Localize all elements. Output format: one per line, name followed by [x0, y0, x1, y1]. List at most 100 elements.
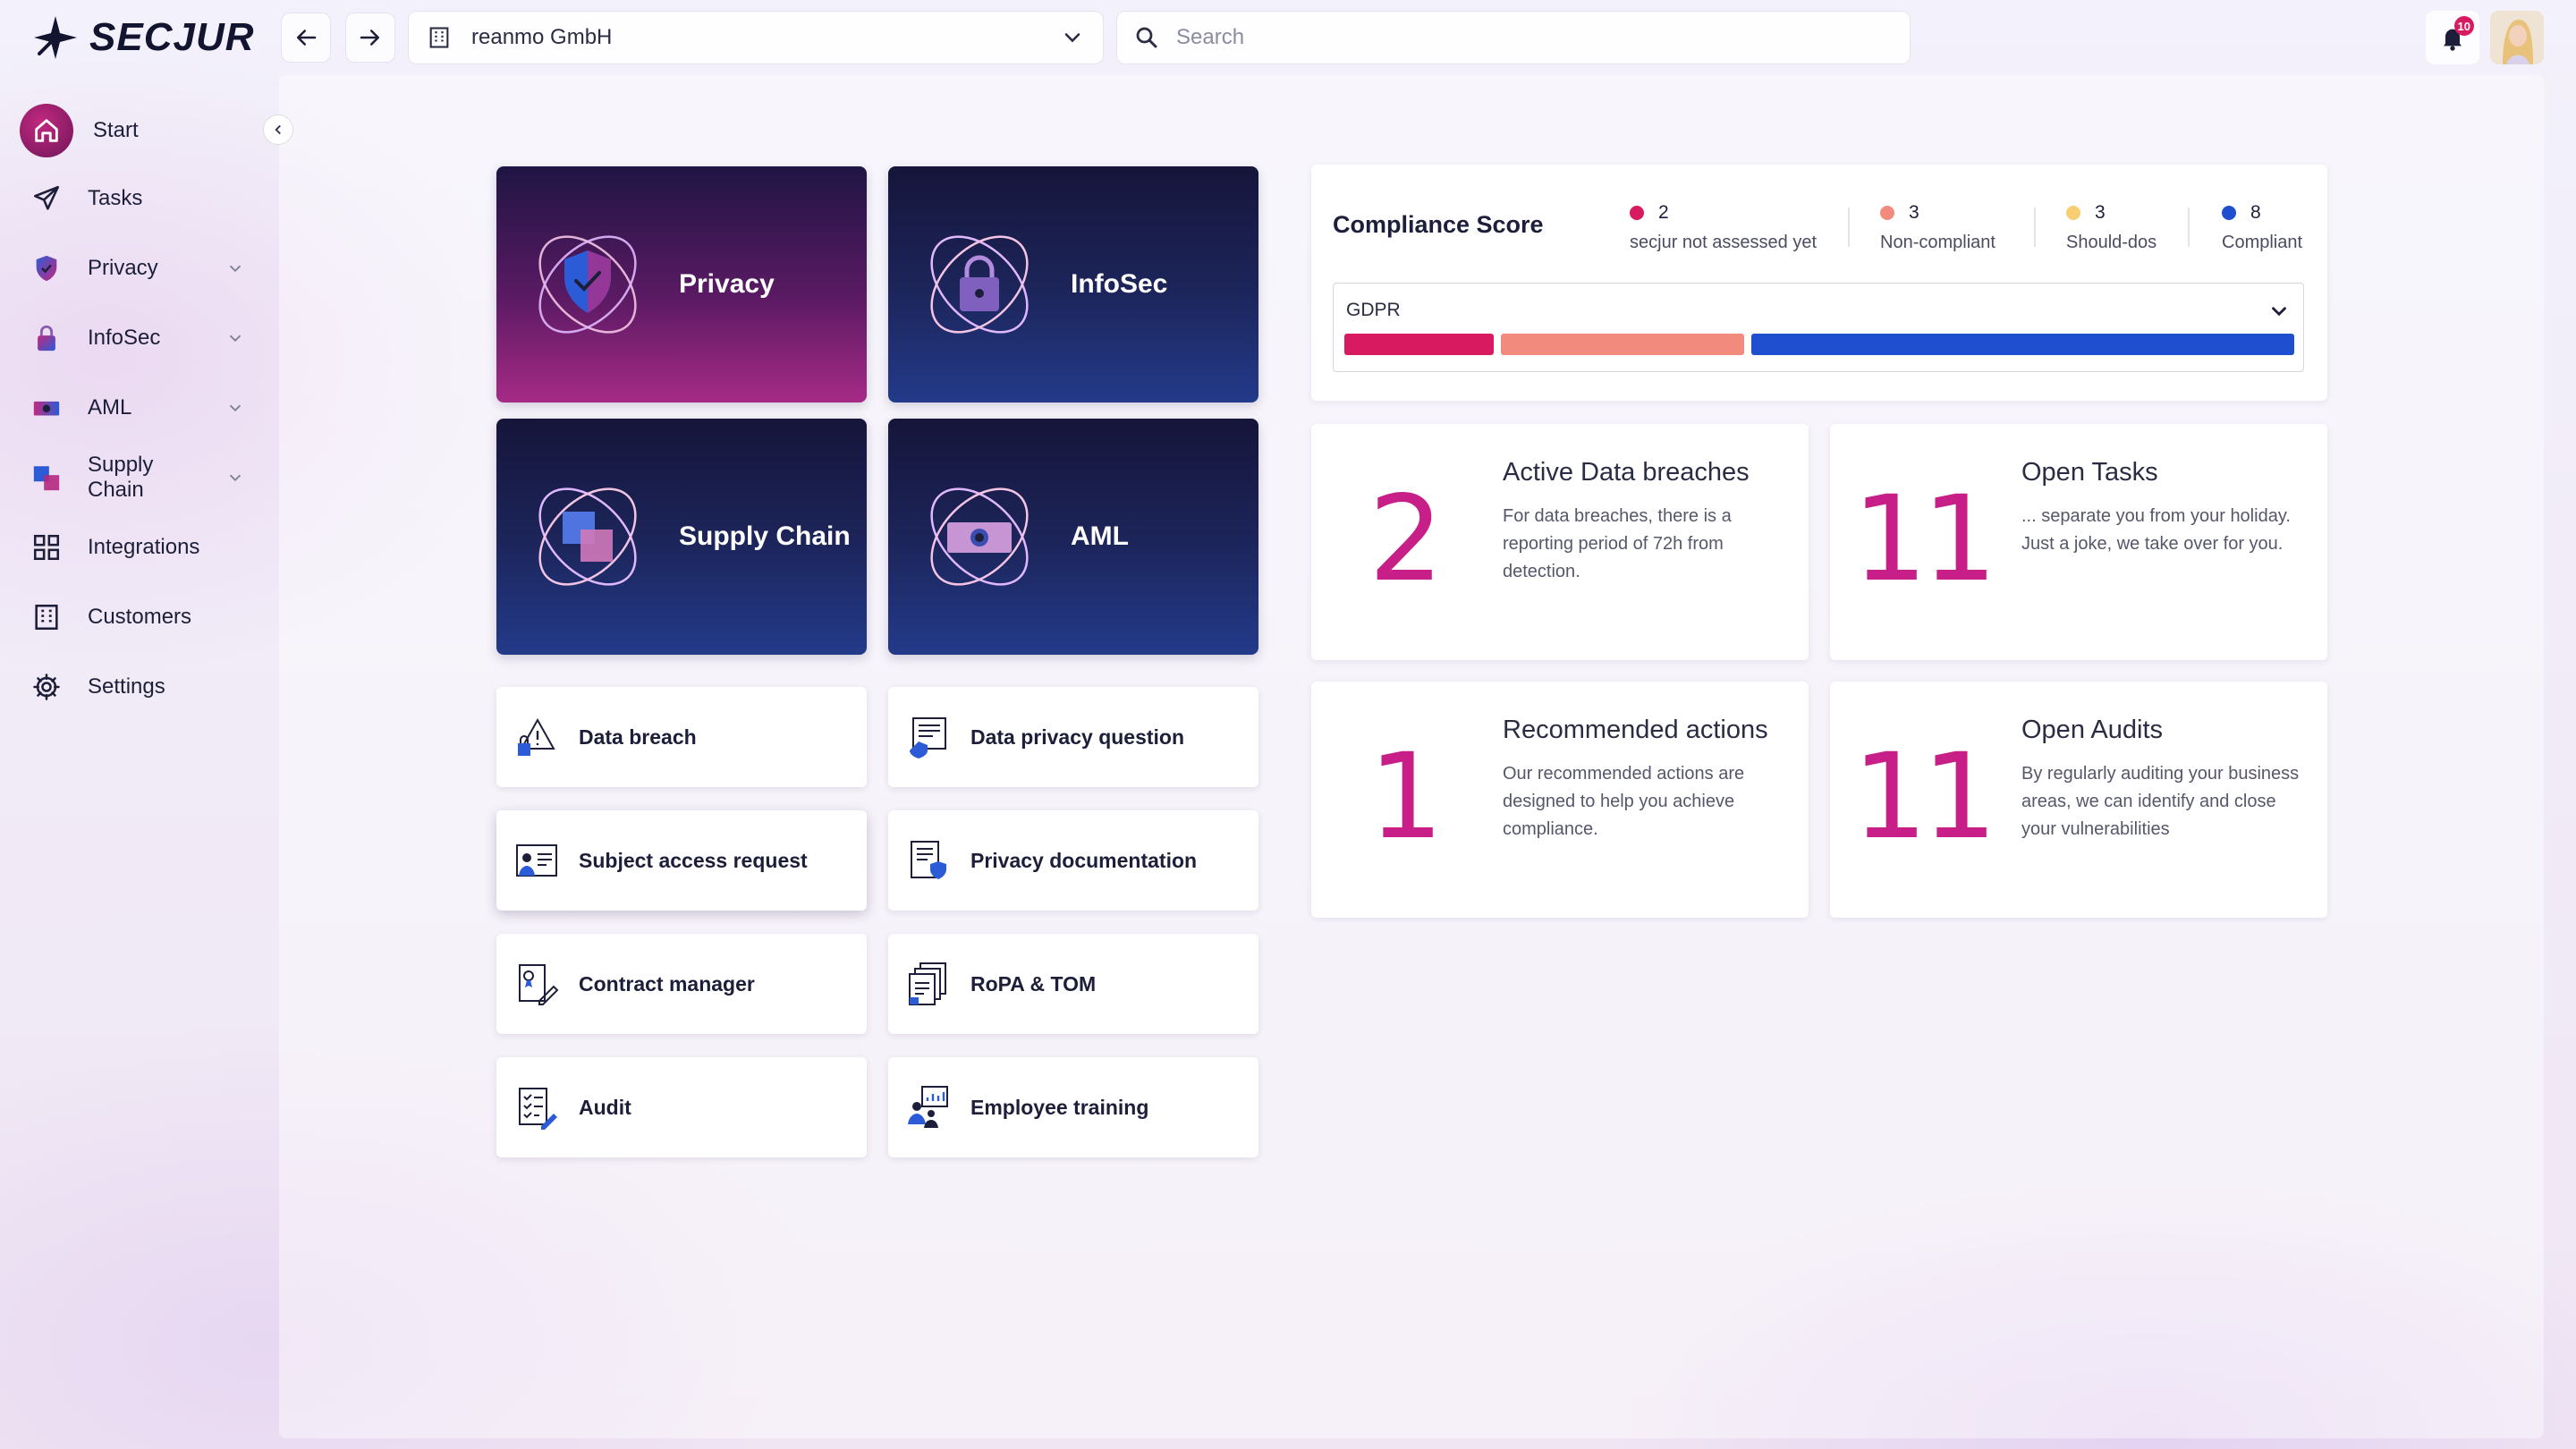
module-label: InfoSec	[1071, 269, 1168, 299]
gear-icon	[25, 665, 68, 708]
notifications-button[interactable]: 10	[2426, 11, 2479, 64]
sidebar-item-infosec[interactable]: InfoSec	[25, 309, 258, 367]
collapse-sidebar-button[interactable]	[263, 114, 293, 145]
docs-stack-icon	[909, 962, 946, 1005]
shield-check-icon	[538, 235, 637, 334]
tool-label: Data privacy question	[970, 724, 1185, 749]
kpi-open-audits[interactable]: 11 Open Audits By regularly auditing you…	[1830, 682, 2327, 918]
secjur-star-icon	[34, 16, 77, 59]
kpi-description: For data breaches, there is a reporting …	[1503, 506, 1732, 581]
arrow-left-icon	[297, 30, 317, 46]
status-dot	[2066, 206, 2080, 220]
chevron-down-icon	[229, 474, 242, 482]
search-input[interactable]	[1176, 25, 1874, 50]
tool-contract-manager[interactable]: Contract manager	[496, 934, 867, 1034]
paper-plane-icon	[25, 177, 68, 220]
contract-icon	[519, 964, 559, 1005]
tool-label: Privacy documentation	[970, 848, 1198, 872]
module-tile-infosec[interactable]: InfoSec	[888, 166, 1258, 402]
cubes-icon	[538, 487, 637, 586]
stat-non-compliant: 3 Non-compliant	[1880, 202, 1996, 253]
stat-not-assessed: 2 secjur not assessed yet	[1630, 202, 1817, 253]
divider	[2034, 208, 2036, 247]
camera-icon	[25, 386, 68, 429]
sidebar-item-supply-chain[interactable]: Supply Chain	[25, 449, 258, 506]
stat-label: Compliant	[2222, 233, 2303, 252]
stat-should-dos: 3 Should-dos	[2066, 202, 2157, 253]
back-button[interactable]	[281, 13, 331, 63]
cash-icon	[930, 487, 1029, 586]
training-icon	[908, 1086, 948, 1128]
shield-icon	[25, 247, 68, 290]
home-icon	[20, 104, 73, 157]
tool-audit[interactable]: Audit	[496, 1057, 867, 1157]
notification-badge: 10	[2453, 16, 2474, 36]
module-label: Supply Chain	[679, 521, 851, 551]
compliance-title: Compliance Score	[1333, 211, 1544, 238]
tool-ropa-tom[interactable]: RoPA & TOM	[888, 934, 1258, 1034]
id-card-icon	[516, 844, 557, 877]
chevron-down-icon	[2272, 307, 2286, 317]
padlock-icon	[930, 235, 1029, 334]
stat-label: secjur not assessed yet	[1630, 233, 1817, 252]
sidebar-item-label: Start	[93, 118, 139, 142]
tool-subject-access-request[interactable]: Subject access request	[496, 810, 867, 911]
sidebar-item-label: Supply Chain	[88, 453, 154, 502]
tool-data-privacy-question[interactable]: Data privacy question	[888, 687, 1258, 787]
search-icon	[1136, 27, 1157, 48]
stat-label: Should-dos	[2066, 233, 2157, 252]
module-tile-privacy[interactable]: Privacy	[496, 166, 867, 402]
logo[interactable]: SECJUR	[30, 13, 255, 63]
building-icon	[25, 596, 68, 639]
search-box	[1116, 11, 1911, 64]
chevron-left-icon	[275, 124, 281, 135]
company-select[interactable]: reanmo GmbH	[408, 11, 1104, 64]
module-tile-aml[interactable]: AML	[888, 419, 1258, 655]
sidebar-item-integrations[interactable]: Integrations	[25, 519, 258, 576]
bar-segment-compliant	[1751, 334, 2294, 355]
kpi-recommended-actions[interactable]: 1 Recommended actions Our recommended ac…	[1311, 682, 1809, 918]
arrow-right-icon	[360, 30, 379, 46]
kpi-description: ... separate you from your holiday. Just…	[2021, 506, 2291, 554]
kpi-title: Recommended actions	[1503, 716, 1768, 744]
kpi-description: Our recommended actions are designed to …	[1503, 764, 1745, 839]
kpi-title: Open Audits	[2021, 716, 2163, 744]
kpi-number: 11	[1852, 728, 1997, 866]
kpi-open-tasks[interactable]: 11 Open Tasks ... separate you from your…	[1830, 424, 2327, 660]
tool-employee-training[interactable]: Employee training	[888, 1057, 1258, 1157]
cubes-icon	[25, 456, 68, 499]
sidebar-item-label: AML	[88, 395, 132, 419]
sidebar-item-label: Integrations	[88, 535, 200, 559]
sidebar-item-aml[interactable]: AML	[25, 379, 258, 436]
sidebar-item-customers[interactable]: Customers	[25, 589, 258, 646]
tool-label: Subject access request	[579, 848, 808, 872]
company-name: reanmo GmbH	[471, 25, 613, 49]
tool-label: Employee training	[970, 1095, 1149, 1119]
forward-button[interactable]	[345, 13, 395, 63]
bar-segment-non-compliant	[1501, 334, 1744, 355]
sidebar-item-settings[interactable]: Settings	[25, 658, 258, 716]
framework-label: GDPR	[1346, 300, 1401, 320]
user-photo-icon	[2490, 11, 2544, 64]
question-doc-icon	[910, 717, 946, 758]
avatar[interactable]	[2490, 11, 2544, 64]
shield-doc-icon	[911, 841, 946, 879]
tool-label: RoPA & TOM	[970, 971, 1097, 996]
stat-value: 8	[2250, 202, 2261, 223]
tool-data-breach[interactable]: Data breach	[496, 687, 867, 787]
chevron-down-icon	[229, 404, 242, 412]
sidebar-item-label: Privacy	[88, 256, 158, 280]
kpi-active-data-breaches[interactable]: 2 Active Data breaches For data breaches…	[1311, 424, 1809, 660]
status-dot	[1630, 206, 1644, 220]
tool-privacy-documentation[interactable]: Privacy documentation	[888, 810, 1258, 911]
sidebar-item-tasks[interactable]: Tasks	[25, 170, 258, 227]
sidebar-item-privacy[interactable]: Privacy	[25, 240, 258, 297]
module-tile-supply-chain[interactable]: Supply Chain	[496, 419, 867, 655]
sidebar-item-start[interactable]: Start	[20, 102, 258, 159]
compliance-score-card: Compliance Score 2 secjur not assessed y…	[1311, 165, 2327, 401]
top-bar: SECJUR reanmo GmbH 10	[0, 0, 2576, 75]
framework-select[interactable]: GDPR	[1333, 283, 2304, 372]
breach-icon	[518, 717, 555, 756]
tool-label: Data breach	[579, 724, 697, 749]
stat-value: 3	[2095, 202, 2106, 223]
